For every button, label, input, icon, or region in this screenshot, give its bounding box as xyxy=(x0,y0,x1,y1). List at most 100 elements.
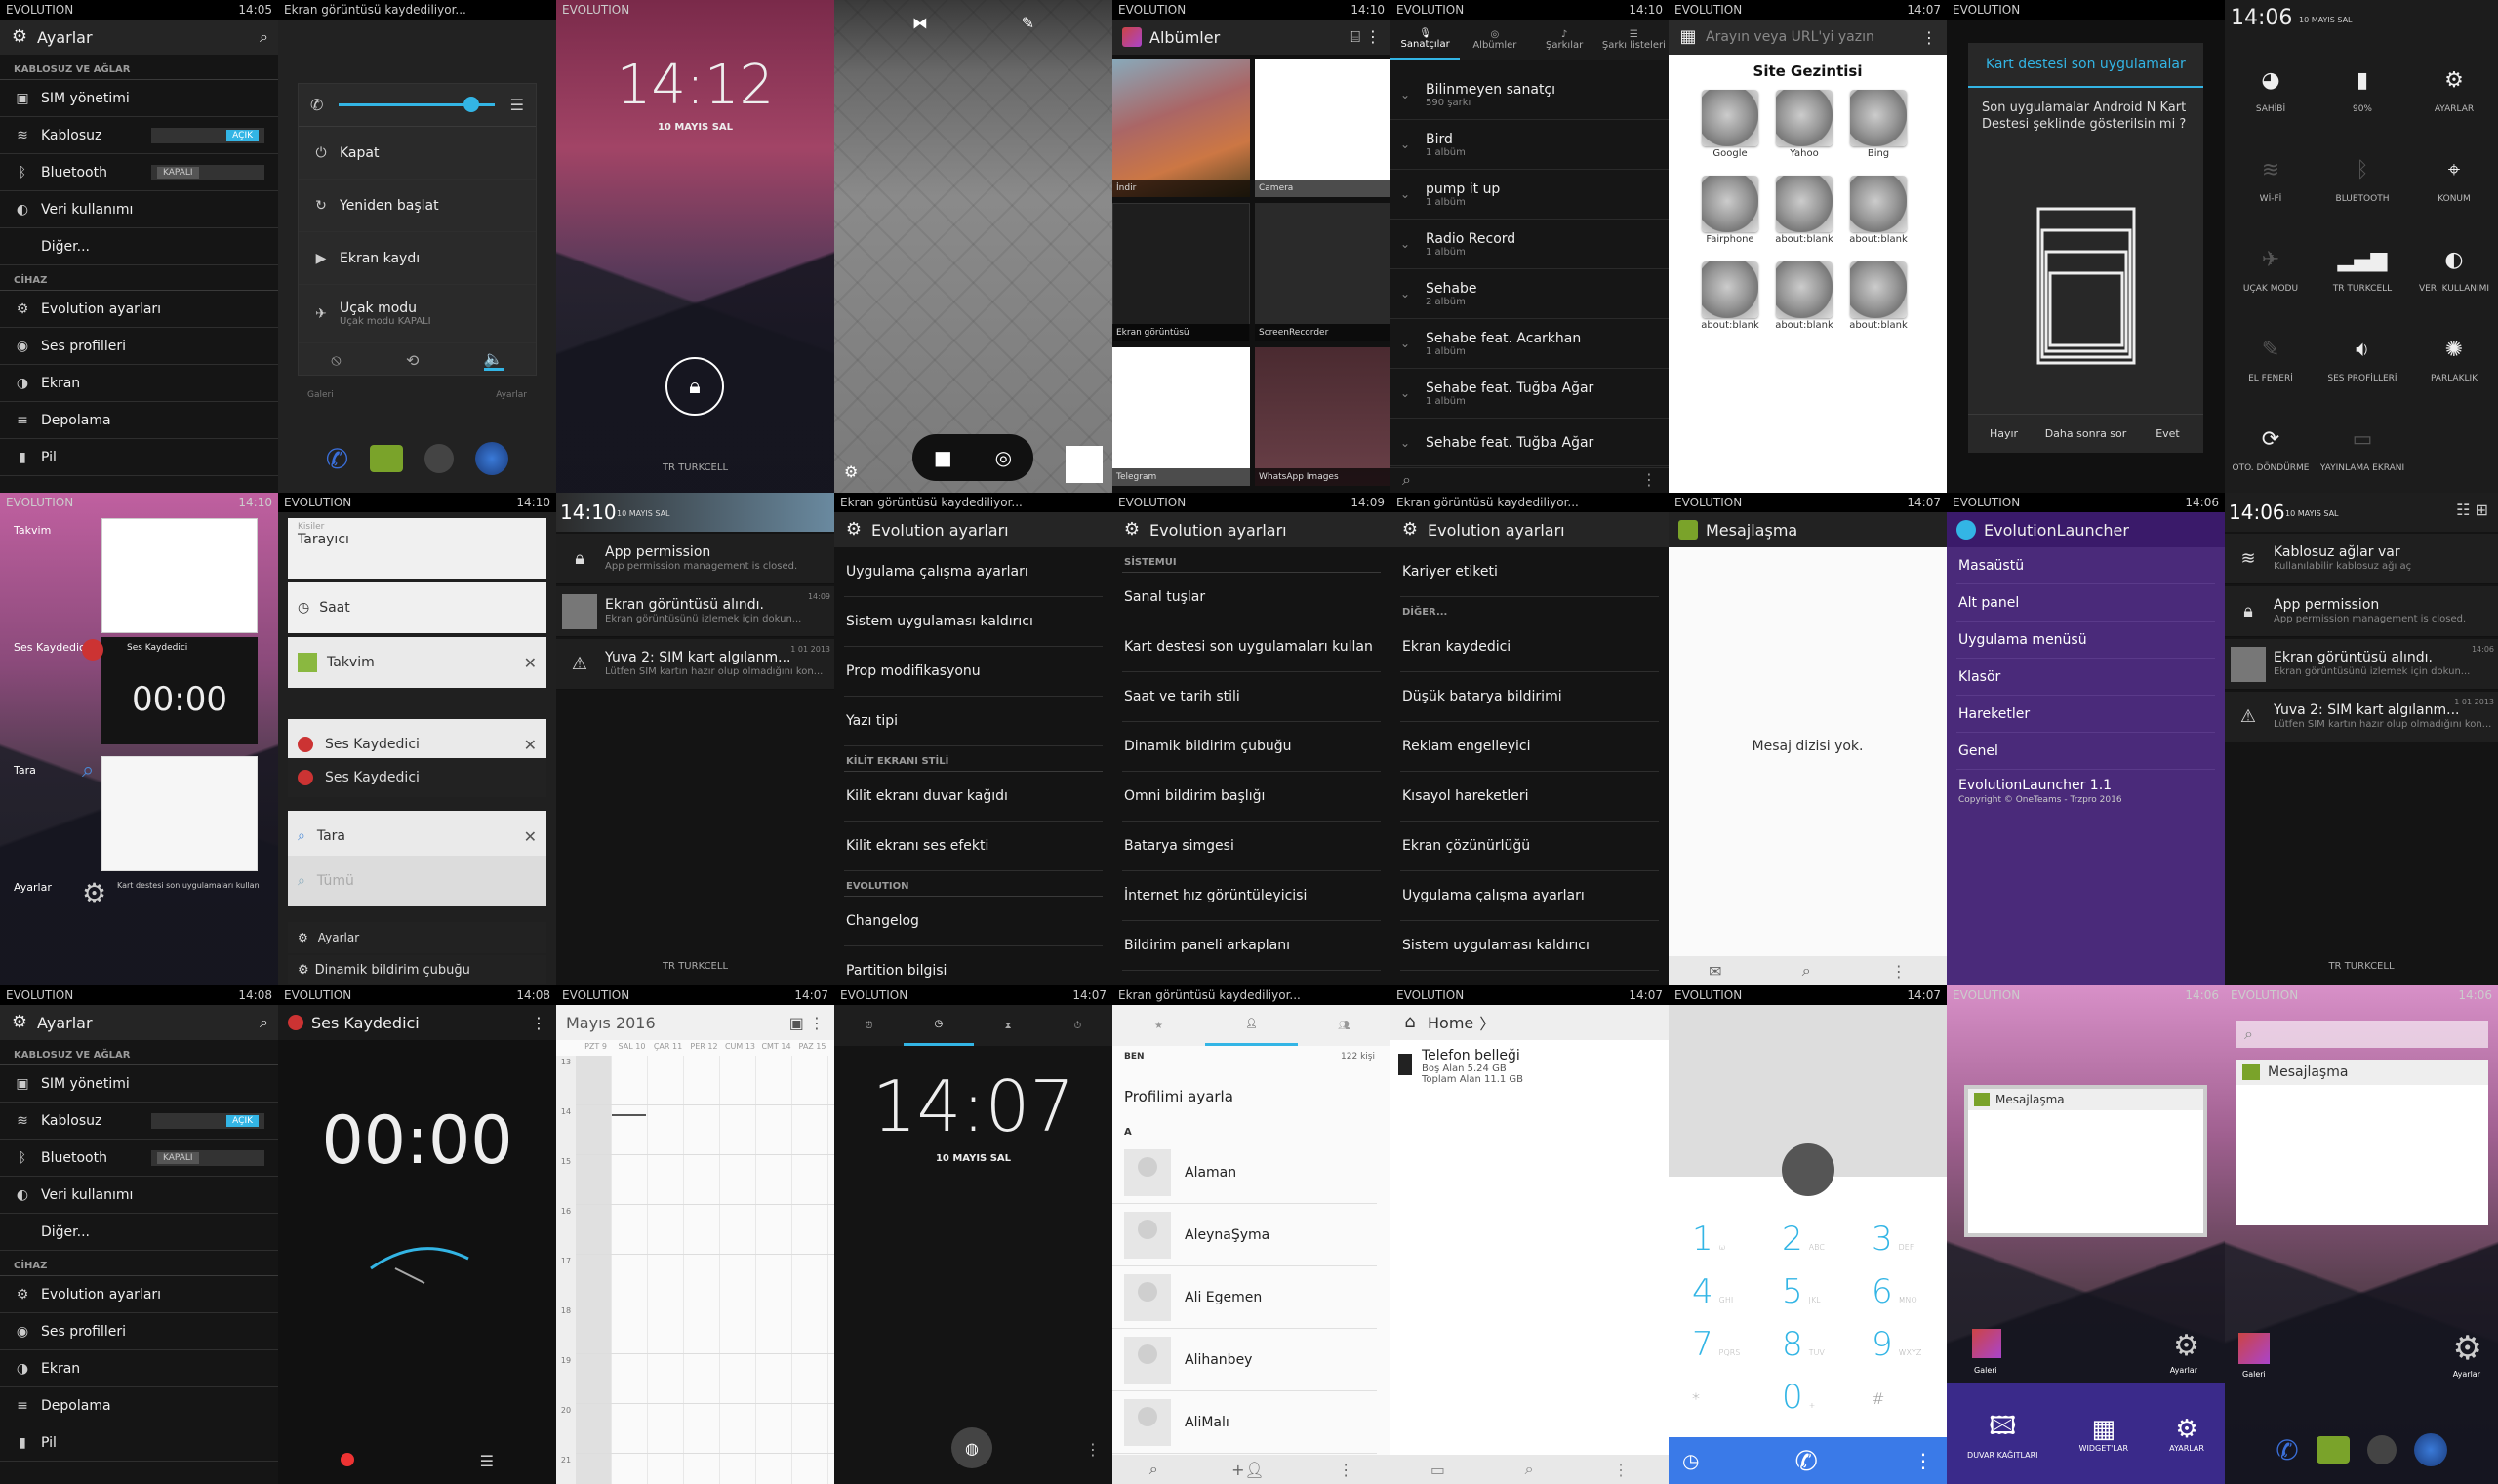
contact-item[interactable]: Alaman xyxy=(1112,1142,1377,1204)
reboot-button[interactable]: ↻ Yeniden başlat xyxy=(299,180,536,232)
recent-card-all[interactable]: ⌕ Tümü xyxy=(288,856,546,906)
today-icon[interactable]: ▣ ⋮ xyxy=(789,1014,825,1032)
shutter-icon[interactable]: ◎ xyxy=(995,446,1012,469)
dialpad-key[interactable]: 4 GHI xyxy=(1692,1272,1733,1311)
launcher-setting[interactable]: Genel xyxy=(1956,733,2215,770)
contacts-icon[interactable]: 👤︎ xyxy=(1205,1005,1298,1046)
recent-card-clock[interactable]: ◷ Saat xyxy=(288,582,546,633)
settings-item-evolution[interactable]: ⚙ Evolution ayarları xyxy=(0,291,278,328)
album-thumb[interactable] xyxy=(1112,203,1250,341)
calendar-day[interactable]: PZT 9 xyxy=(578,1042,614,1051)
profile-item[interactable]: Profilimi ayarla xyxy=(1124,1088,1233,1105)
overflow-icon[interactable]: ⋮ xyxy=(1085,1440,1101,1459)
settings-item-storage[interactable]: ≡ Depolama xyxy=(0,402,278,439)
settings-item[interactable]: Saat ve tarih stili xyxy=(1122,672,1381,722)
settings-item-wifi[interactable]: ≋ Kablosuz AÇIK xyxy=(0,1103,278,1140)
qs-tile-data[interactable]: ◐ VERİ KULLANIMI xyxy=(2408,219,2498,322)
messaging-icon[interactable] xyxy=(2316,1436,2350,1464)
equalizer-icon[interactable]: ☰ xyxy=(510,96,524,114)
qs-tile-cast[interactable]: ▭ YAYINLAMA EKRANI xyxy=(2317,398,2408,493)
bluetooth-toggle[interactable]: KAPALI xyxy=(151,1149,264,1166)
calendar-day[interactable]: CUM 13 xyxy=(722,1042,758,1051)
dialpad-key[interactable]: 9 WXYZ xyxy=(1872,1325,1921,1364)
calendar-day[interactable]: PER 12 xyxy=(686,1042,722,1051)
artist-item[interactable]: ⌄ Sehabe feat. Acarkhan 1 albüm xyxy=(1390,319,1669,369)
gallery-icon[interactable] xyxy=(2238,1333,2270,1364)
flash-icon[interactable]: ⧓ xyxy=(912,14,928,32)
dialpad-key[interactable]: 2 ABC xyxy=(1782,1220,1825,1259)
new-message-icon[interactable]: ✉ xyxy=(1709,962,1721,981)
settings-item-battery[interactable]: ▮ Pil xyxy=(0,439,278,476)
speed-dial-site[interactable]: about:blank xyxy=(1700,261,1760,331)
add-contact-icon[interactable]: +👤︎ xyxy=(1231,1461,1265,1479)
speed-dial-site[interactable]: about:blank xyxy=(1774,176,1834,245)
calendar-day[interactable]: ÇAR 11 xyxy=(650,1042,686,1051)
no-button[interactable]: Hayır xyxy=(1968,415,2039,453)
launcher-setting[interactable]: Klasör xyxy=(1956,659,2215,696)
qs-tile-air[interactable]: ✈ UÇAK MODU xyxy=(2225,219,2317,322)
notif-sim[interactable]: ⚠ Yuva 2: SIM kart algılanm... Lütfen SIM … xyxy=(556,639,834,690)
notif-wifi[interactable]: ≋ Kablosuz ağlar var Kullanılabilir kablos… xyxy=(2225,534,2498,584)
phone-icon[interactable]: ✆ xyxy=(326,443,348,475)
recent-card-search[interactable]: ⌕ Tara ✕ xyxy=(288,811,546,862)
calendar-card[interactable] xyxy=(101,518,258,633)
launcher-setting[interactable]: Masaüstü xyxy=(1956,547,2215,584)
qs-tile-loc[interactable]: ⌖ KONUM xyxy=(2408,129,2498,232)
tab-playlists[interactable]: ☰ Şarkı listeleri xyxy=(1599,20,1669,60)
artist-item[interactable]: ⌄ pump it up 1 albüm xyxy=(1390,170,1669,220)
artist-item[interactable]: ⌄ Sehabe feat. Tuğba Ağar 1 albüm xyxy=(1390,369,1669,419)
qs-tile-carrier[interactable]: ▂▄▆ TR TURKCELL xyxy=(2317,219,2408,322)
speed-dial-site[interactable]: Bing xyxy=(1848,90,1909,159)
overflow-icon[interactable]: ⋮ xyxy=(1914,1449,1933,1472)
launcher-setting[interactable]: Alt panel xyxy=(1956,584,2215,622)
stopwatch-icon[interactable]: ⏱︎ xyxy=(1043,1005,1112,1046)
contact-item[interactable]: Alihanbey xyxy=(1112,1329,1377,1391)
lock-icon[interactable]: 🔒︎ xyxy=(665,357,724,416)
recent-card-calendar[interactable]: Takvim ✕ xyxy=(288,637,546,688)
settings-item[interactable]: Omni bildirim başlığı xyxy=(1122,772,1381,822)
artist-item[interactable]: ⌄ Radio Record 1 albüm xyxy=(1390,220,1669,269)
groups-icon[interactable]: 👥︎ xyxy=(1298,1005,1390,1046)
speed-dial-site[interactable]: Google xyxy=(1700,90,1760,159)
alarm-icon[interactable]: ⏰︎ xyxy=(834,1005,904,1046)
recent-card-dynbar[interactable]: ⚙ Dinamik bildirim çubuğu xyxy=(288,955,546,984)
settings-item-wifi[interactable]: ≋ Kablosuz AÇIK xyxy=(0,117,278,154)
gear-icon[interactable]: ⚙ xyxy=(2453,1329,2482,1368)
launcher-setting[interactable]: Uygulama menüsü xyxy=(1956,622,2215,659)
airplane-button[interactable]: ✈ Uçak modu Uçak modu KAPALI xyxy=(299,285,536,343)
recent-card-recorder2[interactable]: Ses Kaydedici xyxy=(288,758,546,797)
url-input[interactable]: Arayın veya URL'yi yazın xyxy=(1706,29,1874,45)
settings-item-storage[interactable]: ≡ Depolama xyxy=(0,1387,278,1424)
album-thumb[interactable] xyxy=(1255,347,1390,486)
settings-item[interactable]: Uygulama çalışma ayarları xyxy=(1400,871,1659,921)
calendar-day[interactable]: PAZ 15 xyxy=(794,1042,830,1051)
settings-item-sim[interactable]: ▣ SIM yönetimi xyxy=(0,1065,278,1103)
overflow-icon[interactable]: ⋮ xyxy=(1921,28,1937,47)
close-icon[interactable]: ✕ xyxy=(524,654,537,672)
overflow-icon[interactable]: ⋮ xyxy=(1641,470,1657,489)
volume-slider[interactable] xyxy=(339,97,495,112)
video-icon[interactable]: ■ xyxy=(934,446,952,469)
qs-tile-wifi[interactable]: ≋ Wİ-Fİ xyxy=(2225,129,2317,232)
qs-tile-settings[interactable]: ⚙ AYARLAR xyxy=(2408,39,2498,142)
messaging-icon[interactable] xyxy=(370,445,404,472)
settings-item[interactable]: Kart destesi son uygulamaları kullan xyxy=(1122,622,1381,672)
tab-albums[interactable]: ◎ Albümler xyxy=(1460,20,1529,60)
qs-tile-owner[interactable]: ◕ SAHİBİ xyxy=(2225,39,2317,142)
search-icon[interactable]: ⌕ xyxy=(1149,1460,1158,1479)
search-icon[interactable]: ⌕ xyxy=(1402,470,1411,490)
dialpad-key[interactable]: 1ω xyxy=(1692,1220,1725,1259)
calendar-day[interactable]: CMT 14 xyxy=(758,1042,794,1051)
silent-icon[interactable]: ⦸ xyxy=(331,350,341,370)
dialpad-key[interactable]: 3 DEF xyxy=(1872,1220,1914,1259)
browser-icon[interactable] xyxy=(475,442,509,475)
settings-item-data[interactable]: ◐ Veri kullanımı xyxy=(0,191,278,228)
qs-tile-bt[interactable]: ᛒ BLUETOOTH xyxy=(2317,129,2408,232)
settings-item-battery[interactable]: ▮ Pil xyxy=(0,1424,278,1462)
gear-icon[interactable]: ⚙ xyxy=(2173,1329,2199,1363)
search-icon[interactable]: ⌕ xyxy=(1802,961,1811,981)
dialpad-key[interactable]: * xyxy=(1692,1389,1706,1408)
notif-app-permission[interactable]: 🔒︎ App permission App permission managemen… xyxy=(2225,586,2498,637)
contact-item[interactable]: AliMalı xyxy=(1112,1391,1377,1454)
calendar-day[interactable]: SAL 10 xyxy=(614,1042,650,1051)
